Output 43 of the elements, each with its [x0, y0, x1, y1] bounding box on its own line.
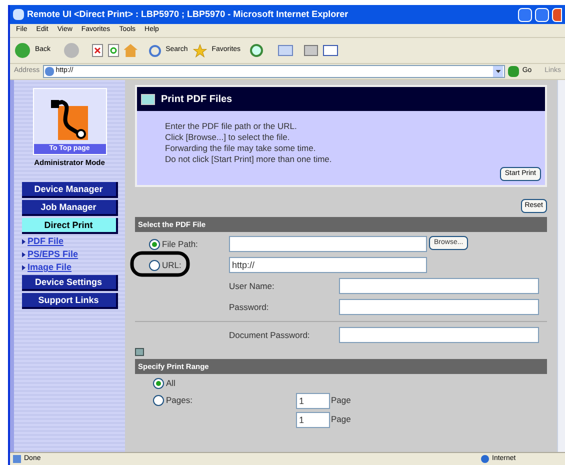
unit-label: Page [331, 413, 351, 426]
radio-label: File Path: [162, 238, 198, 250]
dropdown-icon[interactable] [493, 66, 504, 77]
to-page-field[interactable]: 1 [296, 412, 330, 428]
unit-label: Page [331, 394, 351, 408]
instruction-text: Click [Browse...] to select the file. [165, 132, 291, 143]
nav-link[interactable]: PDF File [28, 235, 64, 248]
instruction-text: Forwarding the file may take some time. [165, 143, 317, 154]
nav-button[interactable]: Support Links [22, 293, 118, 310]
nav-button[interactable]: Job Manager [22, 200, 118, 216]
nav-link[interactable]: Image File [28, 261, 72, 274]
refresh-icon[interactable] [108, 44, 119, 57]
instruction-text: Do not click [Start Print] more than one time. [165, 154, 333, 165]
radio-button[interactable] [149, 238, 160, 250]
user-name-field[interactable] [339, 278, 539, 294]
radio-button[interactable] [153, 395, 164, 406]
nav-button[interactable]: Device Manager [22, 182, 118, 198]
instruction-text: Enter the PDF file path or the URL. [165, 121, 298, 132]
field-label: Document Password: [229, 328, 311, 342]
password-field[interactable] [339, 299, 539, 315]
file-path-field[interactable] [229, 236, 427, 252]
scrollbar[interactable] [557, 80, 565, 452]
radio-label: URL: [162, 258, 182, 272]
radio-label: Pages: [166, 394, 192, 408]
minimize-button[interactable] [518, 8, 532, 22]
nav-link[interactable]: PS/EPS File [28, 248, 78, 262]
from-page-field[interactable]: 1 [296, 392, 330, 409]
panel-title: Print PDF Files [161, 92, 232, 106]
document-password-field[interactable] [339, 327, 539, 343]
home-icon[interactable] [124, 44, 138, 57]
radio-button[interactable] [153, 378, 164, 389]
maximize-button[interactable] [535, 8, 549, 22]
stop-icon[interactable] [92, 44, 103, 57]
nav-button[interactable]: Device Settings [22, 275, 118, 292]
radio-button[interactable] [149, 260, 160, 270]
nav-button[interactable]: Direct Print [22, 218, 118, 234]
window-title: Remote UI <Direct Print> : LBP5970 ; LBP5970 - Microsoft Internet Explorer [27, 8, 350, 21]
field-label: User Name: [229, 280, 276, 292]
star-icon[interactable] [192, 44, 207, 58]
url-field[interactable]: http:// [229, 257, 427, 273]
radio-label: All [166, 377, 176, 390]
close-button[interactable] [552, 8, 562, 22]
field-label: Password: [229, 300, 270, 314]
